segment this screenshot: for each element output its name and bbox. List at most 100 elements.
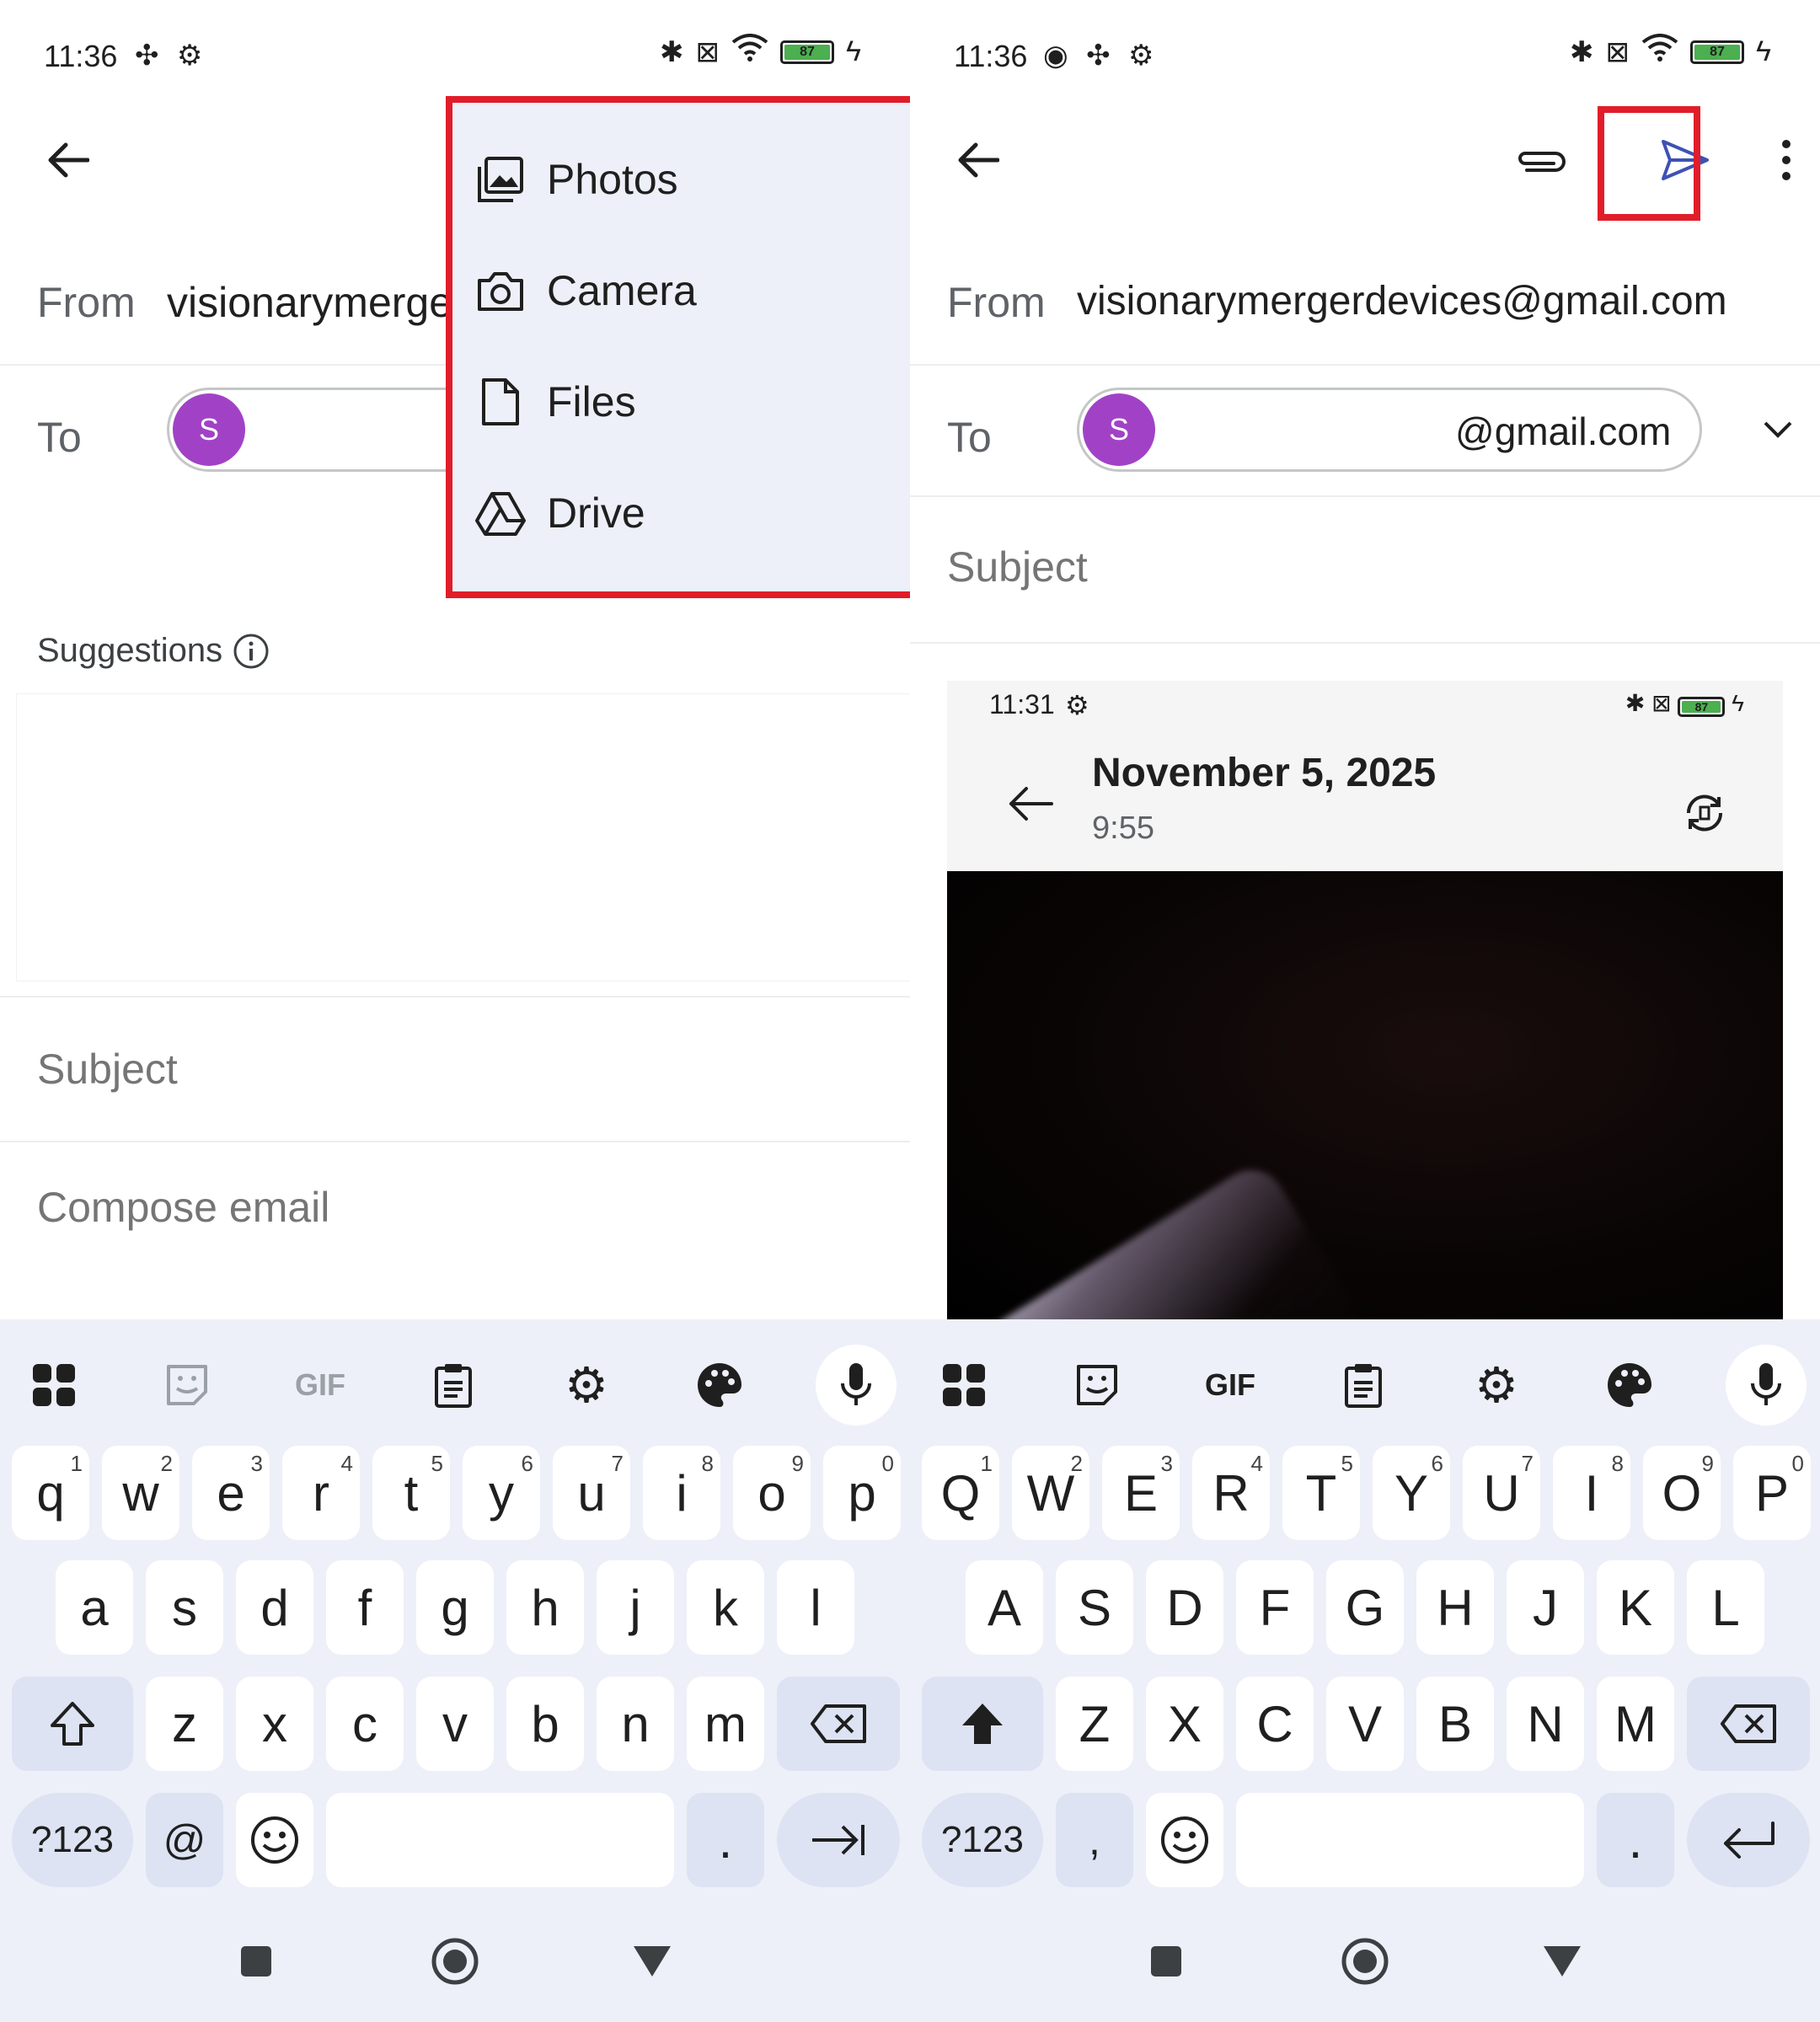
space-key[interactable] [326,1793,674,1887]
shift-key[interactable] [922,1677,1043,1771]
backspace-key[interactable] [1687,1677,1810,1771]
key-v[interactable]: V [1326,1677,1404,1771]
key-d[interactable]: d [236,1560,313,1655]
attachment-preview[interactable]: 11:31 ⚙ ✱ ⊠ 87 ϟ November 5, 2025 9:55 [947,681,1783,1321]
key-k[interactable]: k [687,1560,764,1655]
key-p[interactable]: P0 [1733,1446,1811,1540]
more-options-button[interactable] [1761,126,1812,194]
key-h[interactable]: H [1416,1560,1494,1655]
key-f[interactable]: f [326,1560,404,1655]
key-c[interactable]: C [1236,1677,1314,1771]
from-value[interactable]: visionarymergerdevices@gmail.com [1077,278,1727,324]
key-z[interactable]: Z [1056,1677,1133,1771]
expand-recipients-button[interactable] [1753,404,1803,455]
key-i[interactable]: i8 [643,1446,720,1540]
recents-button[interactable] [1146,1941,1186,1982]
key-y[interactable]: Y6 [1373,1446,1450,1540]
key-u[interactable]: U7 [1463,1446,1540,1540]
key-g[interactable]: g [416,1560,494,1655]
key-e[interactable]: e3 [192,1446,270,1540]
key-p[interactable]: p0 [823,1446,901,1540]
back-button[interactable] [34,126,101,194]
key-f[interactable]: F [1236,1560,1314,1655]
info-icon[interactable] [233,633,270,670]
key-r[interactable]: R4 [1192,1446,1270,1540]
key-k[interactable]: K [1597,1560,1674,1655]
key-a[interactable]: a [56,1560,133,1655]
back-nav-button[interactable] [1540,1941,1584,1982]
key-j[interactable]: J [1507,1560,1584,1655]
back-nav-button[interactable] [630,1941,674,1982]
key-r[interactable]: r4 [282,1446,360,1540]
subject-input[interactable]: Subject [947,543,1088,591]
palette-icon[interactable] [1587,1343,1672,1427]
mic-icon[interactable] [816,1345,897,1426]
recents-button[interactable] [236,1941,276,1982]
key-b[interactable]: B [1416,1677,1494,1771]
period-key[interactable]: . [1597,1793,1674,1887]
key-w[interactable]: W2 [1012,1446,1089,1540]
clipboard-icon[interactable] [1321,1343,1405,1427]
period-key[interactable]: . [687,1793,764,1887]
apps-icon[interactable] [922,1343,1006,1427]
key-y[interactable]: y6 [463,1446,540,1540]
at-key[interactable]: @ [146,1793,223,1887]
recipient-chip[interactable]: S @gmail.com [1077,388,1702,472]
compose-body-input[interactable]: Compose email [37,1183,329,1232]
from-value[interactable]: visionarymerge [167,278,452,327]
key-m[interactable]: m [687,1677,764,1771]
key-h[interactable]: h [506,1560,584,1655]
symbols-key[interactable]: ?123 [922,1793,1043,1887]
key-i[interactable]: I8 [1553,1446,1630,1540]
sticker-icon[interactable] [145,1343,229,1427]
key-u[interactable]: u7 [553,1446,630,1540]
key-o[interactable]: O9 [1643,1446,1721,1540]
key-e[interactable]: E3 [1102,1446,1180,1540]
key-w[interactable]: w2 [102,1446,179,1540]
key-q[interactable]: Q1 [922,1446,999,1540]
key-c[interactable]: c [326,1677,404,1771]
key-x[interactable]: x [236,1677,313,1771]
mic-icon[interactable] [1726,1345,1807,1426]
symbols-key[interactable]: ?123 [12,1793,133,1887]
key-q[interactable]: q1 [12,1446,89,1540]
gif-button[interactable]: GIF [278,1343,362,1427]
key-s[interactable]: S [1056,1560,1133,1655]
settings-icon[interactable]: ⚙ [544,1343,629,1427]
key-v[interactable]: v [416,1677,494,1771]
settings-icon[interactable]: ⚙ [1454,1343,1539,1427]
tab-key[interactable] [777,1793,900,1887]
key-d[interactable]: D [1146,1560,1223,1655]
sticker-icon[interactable] [1055,1343,1139,1427]
key-t[interactable]: t5 [372,1446,450,1540]
key-a[interactable]: A [966,1560,1043,1655]
key-l[interactable]: L [1687,1560,1764,1655]
key-z[interactable]: z [146,1677,223,1771]
clipboard-icon[interactable] [411,1343,495,1427]
key-s[interactable]: s [146,1560,223,1655]
subject-input[interactable]: Subject [37,1045,178,1094]
home-button[interactable] [1338,1934,1392,1988]
apps-icon[interactable] [12,1343,96,1427]
backspace-key[interactable] [777,1677,900,1771]
key-b[interactable]: b [506,1677,584,1771]
key-t[interactable]: T5 [1282,1446,1360,1540]
home-button[interactable] [428,1934,482,1988]
key-m[interactable]: M [1597,1677,1674,1771]
key-g[interactable]: G [1326,1560,1404,1655]
emoji-key[interactable] [1146,1793,1223,1887]
comma-key[interactable]: , [1056,1793,1133,1887]
key-x[interactable]: X [1146,1677,1223,1771]
key-o[interactable]: o9 [733,1446,811,1540]
key-j[interactable]: j [597,1560,674,1655]
attach-button[interactable] [1508,126,1576,194]
shift-key[interactable] [12,1677,133,1771]
gif-button[interactable]: GIF [1188,1343,1272,1427]
emoji-key[interactable] [236,1793,313,1887]
key-l[interactable]: l [777,1560,854,1655]
key-n[interactable]: N [1507,1677,1584,1771]
palette-icon[interactable] [677,1343,762,1427]
space-key[interactable] [1236,1793,1584,1887]
back-button[interactable] [944,126,1011,194]
key-n[interactable]: n [597,1677,674,1771]
